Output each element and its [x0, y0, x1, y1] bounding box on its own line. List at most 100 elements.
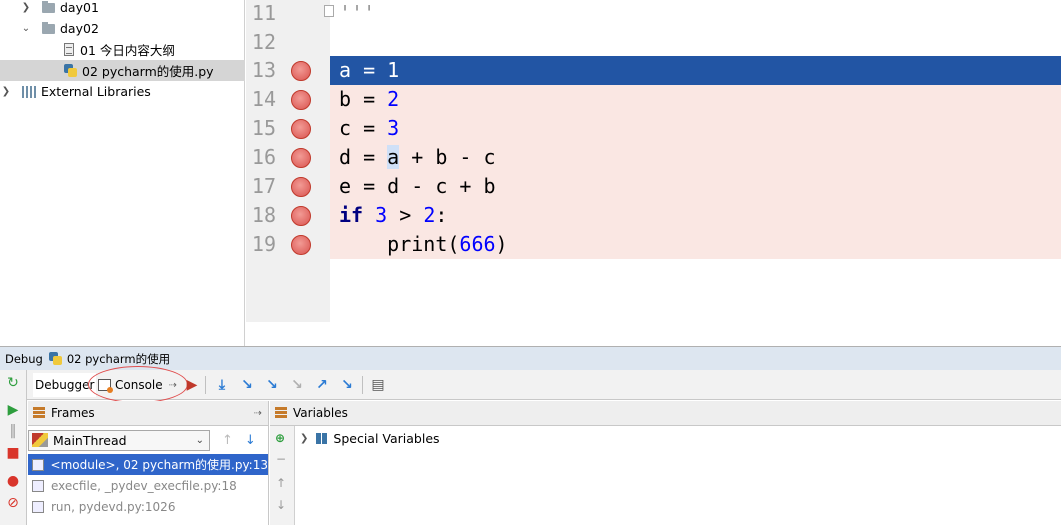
frame-row[interactable]: <module>, 02 pycharm的使用.py:13 — [28, 454, 268, 475]
breakpoint-icon[interactable] — [291, 90, 311, 110]
code-text: a = 1 — [330, 56, 1061, 85]
variables-pane: Variables ⊕ − ↑ ↓ ❯ Special Variables — [270, 401, 1061, 525]
pycharm-window: ❯ day01 ⌄ day02 01 今日内容大纲 02 pycharm的使用.… — [0, 0, 1061, 525]
tab-debugger[interactable]: Debugger — [33, 373, 97, 397]
code-text: e = d - c + b — [330, 172, 1061, 201]
code-line[interactable]: 19 print(666) — [246, 230, 1061, 259]
code-line[interactable]: 17 e = d - c + b — [246, 172, 1061, 201]
debug-title-bar: Debug 02 pycharm的使用 — [0, 346, 1061, 370]
tree-item-label: 01 今日内容大纲 — [80, 43, 175, 58]
chevron-right-icon[interactable]: ❯ — [20, 2, 32, 13]
project-tree: ❯ day01 ⌄ day02 01 今日内容大纲 02 pycharm的使用.… — [0, 0, 245, 346]
debug-actions-strip: ↻ ▶ ‖ ■ ● ⊘ — [0, 370, 27, 525]
code-line[interactable]: 14 b = 2 — [246, 85, 1061, 114]
thread-icon — [32, 433, 48, 447]
step-into-my-code-icon[interactable]: ↘ — [263, 376, 281, 394]
tab-label: Debugger — [35, 378, 95, 392]
breakpoint-icon[interactable] — [291, 148, 311, 168]
code-line[interactable]: 16 d = a + b - c — [246, 143, 1061, 172]
next-frame-icon[interactable]: ↓ — [245, 433, 256, 448]
previous-frame-icon[interactable]: ↑ — [222, 433, 233, 448]
code-line[interactable]: 15 c = 3 — [246, 114, 1061, 143]
step-out-icon[interactable]: ↗ — [313, 376, 331, 394]
breakpoint-icon[interactable] — [291, 61, 311, 81]
toolbar-separator — [205, 376, 206, 394]
frames-header: Frames ⇢ — [28, 401, 268, 426]
tree-item-external-libraries[interactable]: ❯ External Libraries — [0, 81, 245, 102]
variables-actions-strip: ⊕ − ↑ ↓ — [270, 426, 295, 525]
resume-icon[interactable]: ▶ — [5, 402, 21, 418]
tree-item-day02[interactable]: ⌄ day02 — [0, 18, 245, 39]
remove-watch-icon[interactable]: − — [276, 452, 286, 466]
code-line[interactable]: 11 ''' — [246, 0, 1061, 28]
frames-title: Frames — [51, 406, 95, 420]
annotation-circle — [88, 366, 188, 403]
tree-item-label: External Libraries — [41, 84, 151, 99]
force-step-into-icon[interactable]: ↘ — [288, 376, 306, 394]
pause-icon[interactable]: ‖ — [5, 423, 21, 439]
code-text: if 3 > 2: — [330, 201, 1061, 230]
code-line[interactable]: 18 if 3 > 2: — [246, 201, 1061, 230]
frame-label: execfile, _pydev_execfile.py:18 — [51, 478, 237, 493]
frame-label: <module>, 02 pycharm的使用.py:13 — [50, 458, 268, 472]
tree-item-label: day02 — [60, 21, 99, 36]
code-line[interactable]: 12 — [246, 28, 1061, 57]
variables-title: Variables — [293, 406, 348, 420]
run-config-name[interactable]: 02 pycharm的使用 — [67, 351, 170, 367]
mute-breakpoints-icon[interactable]: ⊘ — [5, 495, 21, 511]
code-text: d = a + b - c — [330, 143, 1061, 172]
show-execution-point-icon[interactable]: ▶ — [183, 376, 201, 394]
chevron-down-icon[interactable]: ⌄ — [20, 23, 32, 34]
python-file-icon — [64, 64, 77, 77]
move-down-icon[interactable]: ↓ — [276, 498, 286, 512]
frame-row[interactable]: run, pydevd.py:1026 — [28, 496, 268, 517]
line-number: 15 — [251, 116, 276, 140]
frame-icon — [32, 500, 44, 513]
frame-row[interactable]: execfile, _pydev_execfile.py:18 — [28, 475, 268, 496]
line-number: 19 — [251, 232, 276, 256]
folder-icon — [42, 0, 55, 13]
run-to-cursor-icon[interactable]: ↘ — [338, 376, 356, 394]
view-breakpoints-icon[interactable]: ● — [5, 473, 21, 489]
variables-icon — [275, 407, 287, 419]
new-watch-icon[interactable]: ⊕ — [275, 431, 285, 445]
evaluate-expression-icon[interactable]: ▤ — [369, 376, 387, 394]
line-number: 13 — [251, 58, 276, 82]
step-into-icon[interactable]: ↘ — [238, 376, 256, 394]
stop-icon[interactable]: ■ — [5, 445, 21, 461]
code-text: ''' — [339, 1, 376, 25]
pin-icon[interactable]: ⇢ — [254, 408, 262, 419]
tree-item-day01[interactable]: ❯ day01 — [0, 0, 245, 18]
line-number: 12 — [251, 30, 276, 54]
tree-item-python-file[interactable]: 02 pycharm的使用.py — [0, 60, 245, 81]
breakpoint-icon[interactable] — [291, 206, 311, 226]
frames-pane: Frames ⇢ MainThread ⌄ ↑ ↓ <module>, 02 p… — [28, 401, 269, 525]
chevron-right-icon[interactable]: ❯ — [0, 86, 12, 97]
breakpoint-icon[interactable] — [291, 235, 311, 255]
folder-icon — [42, 21, 55, 34]
toolbar-separator — [362, 376, 363, 394]
line-number: 16 — [251, 145, 276, 169]
line-number: 14 — [251, 87, 276, 111]
variable-row[interactable]: ❯ Special Variables — [300, 431, 440, 446]
code-text: print(666) — [330, 230, 1061, 259]
line-number: 18 — [251, 203, 276, 227]
tree-item-label: day01 — [60, 0, 99, 15]
debug-title: Debug — [5, 351, 43, 366]
step-over-icon[interactable]: ⤓ — [213, 376, 231, 394]
breakpoint-icon[interactable] — [291, 119, 311, 139]
tree-item-outline-file[interactable]: 01 今日内容大纲 — [0, 39, 245, 60]
rerun-icon[interactable]: ↻ — [5, 375, 21, 391]
code-line-current[interactable]: 13 a = 1 — [246, 56, 1061, 85]
frame-icon — [32, 458, 44, 471]
code-editor[interactable]: 11 ''' 12 13 a = 1 14 b = 2 15 c = 3 16 … — [246, 0, 1061, 346]
breakpoint-icon[interactable] — [291, 177, 311, 197]
frame-icon — [32, 479, 44, 492]
code-text: b = 2 — [330, 85, 1061, 114]
frames-icon — [33, 407, 45, 419]
chevron-right-icon[interactable]: ❯ — [300, 433, 308, 444]
move-up-icon[interactable]: ↑ — [276, 476, 286, 490]
text-file-icon — [64, 43, 74, 56]
thread-select[interactable]: MainThread ⌄ — [28, 429, 210, 451]
